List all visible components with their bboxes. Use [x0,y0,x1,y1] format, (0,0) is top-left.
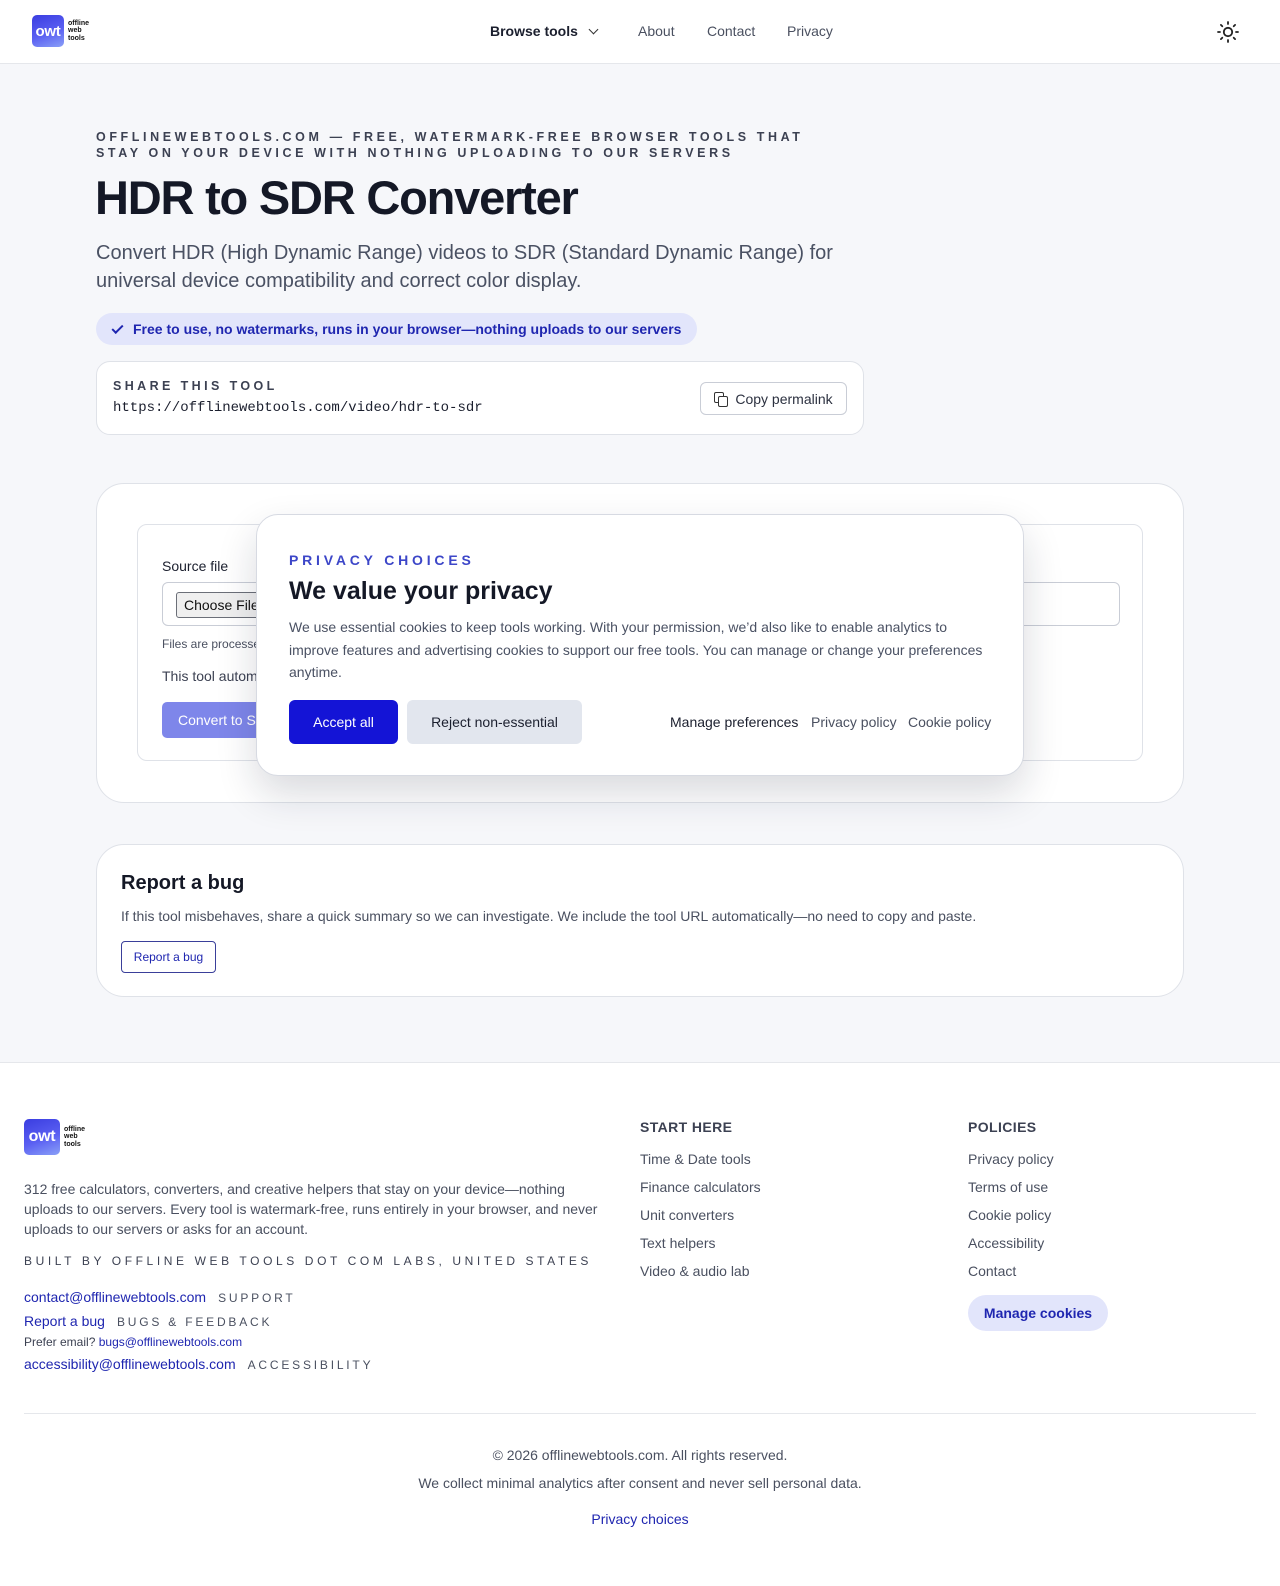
manage-preferences-link[interactable]: Manage preferences [670,714,798,730]
start-here-item[interactable]: Finance calculators [640,1179,761,1195]
privacy-choices-link[interactable]: Privacy choices [591,1511,688,1527]
footer-logo-mark: owt [24,1119,60,1155]
logo-mark: owt [32,15,64,47]
modal-title: We value your privacy [289,577,553,605]
footer-logo-words: offline web tools [64,1125,85,1148]
reject-non-essential-button[interactable]: Reject non-essential [407,700,582,744]
manage-cookies-button[interactable]: Manage cookies [968,1295,1108,1331]
policies-heading: POLICIES [968,1119,1037,1135]
bug-title: Report a bug [121,872,245,894]
nav-browse-tools[interactable]: Browse tools [490,23,599,39]
bugs-email-link[interactable]: bugs@offlinewebtools.com [99,1335,242,1349]
site-logo[interactable]: owt offline web tools [32,15,89,47]
modal-eyebrow: PRIVACY CHOICES [289,552,475,568]
footer-logo[interactable]: owt offline web tools [24,1119,85,1155]
footer-built-by: BUILT BY OFFLINE WEB TOOLS DOT COM LABS,… [24,1254,593,1268]
page-title: HDR to SDR Converter [95,171,579,224]
sun-icon [1217,21,1239,43]
privacy-pill: Free to use, no watermarks, runs in your… [96,313,698,345]
page-description: Convert HDR (High Dynamic Range) videos … [96,242,833,292]
nav-browse-label: Browse tools [490,23,578,39]
copy-permalink-label: Copy permalink [735,390,833,407]
contact-email-link[interactable]: contact@offlinewebtools.com [24,1289,206,1305]
bugs-feedback-tag: BUGS & FEEDBACK [116,1315,273,1329]
theme-toggle-button[interactable] [1216,20,1240,44]
nav-privacy[interactable]: Privacy [787,23,833,39]
privacy-choices-wrap: Privacy choices [0,1511,1280,1527]
copy-icon [714,392,728,407]
share-card: SHARE THIS TOOL https://offlinewebtools.… [96,361,864,435]
privacy-pill-text: Free to use, no watermarks, runs in your… [133,321,682,337]
logo-words: offline web tools [68,19,89,42]
auto-note: This tool autom [162,668,258,684]
prefer-email-label: Prefer email? [24,1335,96,1349]
policies-item[interactable]: Cookie policy [968,1207,1051,1223]
share-url: https://offlinewebtools.com/video/hdr-to… [113,400,483,416]
start-here-item[interactable]: Text helpers [640,1235,715,1251]
bug-report-card: Report a bug If this tool misbehaves, sh… [96,844,1184,997]
footer-report-row: Report a bug BUGS & FEEDBACK [24,1313,272,1329]
policies-item[interactable]: Privacy policy [968,1151,1054,1167]
policies-item[interactable]: Accessibility [968,1235,1044,1251]
bug-description: If this tool misbehaves, share a quick s… [121,908,977,924]
site-header: owt offline web tools Browse tools About… [0,0,1280,64]
footer-a11y-row: accessibility@offlinewebtools.com ACCESS… [24,1356,373,1372]
footer-divider [24,1413,1256,1414]
start-here-heading: START HERE [640,1119,733,1135]
start-here-item[interactable]: Time & Date tools [640,1151,751,1167]
copy-permalink-button[interactable]: Copy permalink [700,382,847,415]
privacy-policy-link[interactable]: Privacy policy [811,714,897,730]
footer-contact-row: contact@offlinewebtools.com SUPPORT [24,1289,295,1305]
hero-eyebrow: OFFLINEWEBTOOLS.COM — FREE, WATERMARK-FR… [96,130,804,160]
start-here-item[interactable]: Video & audio lab [640,1263,750,1279]
chevron-down-icon [588,24,599,35]
analytics-note: We collect minimal analytics after conse… [418,1475,862,1491]
modal-body: We use essential cookies to keep tools w… [289,619,983,680]
accessibility-email-link[interactable]: accessibility@offlinewebtools.com [24,1356,236,1372]
privacy-modal: PRIVACY CHOICES We value your privacy We… [256,514,1024,776]
nav-about[interactable]: About [638,23,675,39]
report-bug-button[interactable]: Report a bug [121,941,216,973]
nav-contact[interactable]: Contact [707,23,755,39]
start-here-item[interactable]: Unit converters [640,1207,734,1223]
share-label: SHARE THIS TOOL [113,379,278,393]
footer-about: 312 free calculators, converters, and cr… [24,1181,598,1237]
support-tag: SUPPORT [218,1291,296,1305]
cookie-policy-link[interactable]: Cookie policy [908,714,991,730]
files-note: Files are processe [162,637,261,651]
check-icon [111,321,124,334]
footer-report-bug-link[interactable]: Report a bug [24,1313,105,1329]
accessibility-tag: ACCESSIBILITY [247,1358,374,1372]
policies-item[interactable]: Contact [968,1263,1016,1279]
site-footer: owt offline web tools 312 free calculato… [0,1062,1280,1586]
copyright: © 2026 offlinewebtools.com. All rights r… [492,1447,788,1463]
accept-all-button[interactable]: Accept all [289,700,398,744]
prefer-email-note: Prefer email? bugs@offlinewebtools.com [24,1335,242,1349]
policies-item[interactable]: Terms of use [968,1179,1048,1195]
source-file-label: Source file [162,558,229,574]
